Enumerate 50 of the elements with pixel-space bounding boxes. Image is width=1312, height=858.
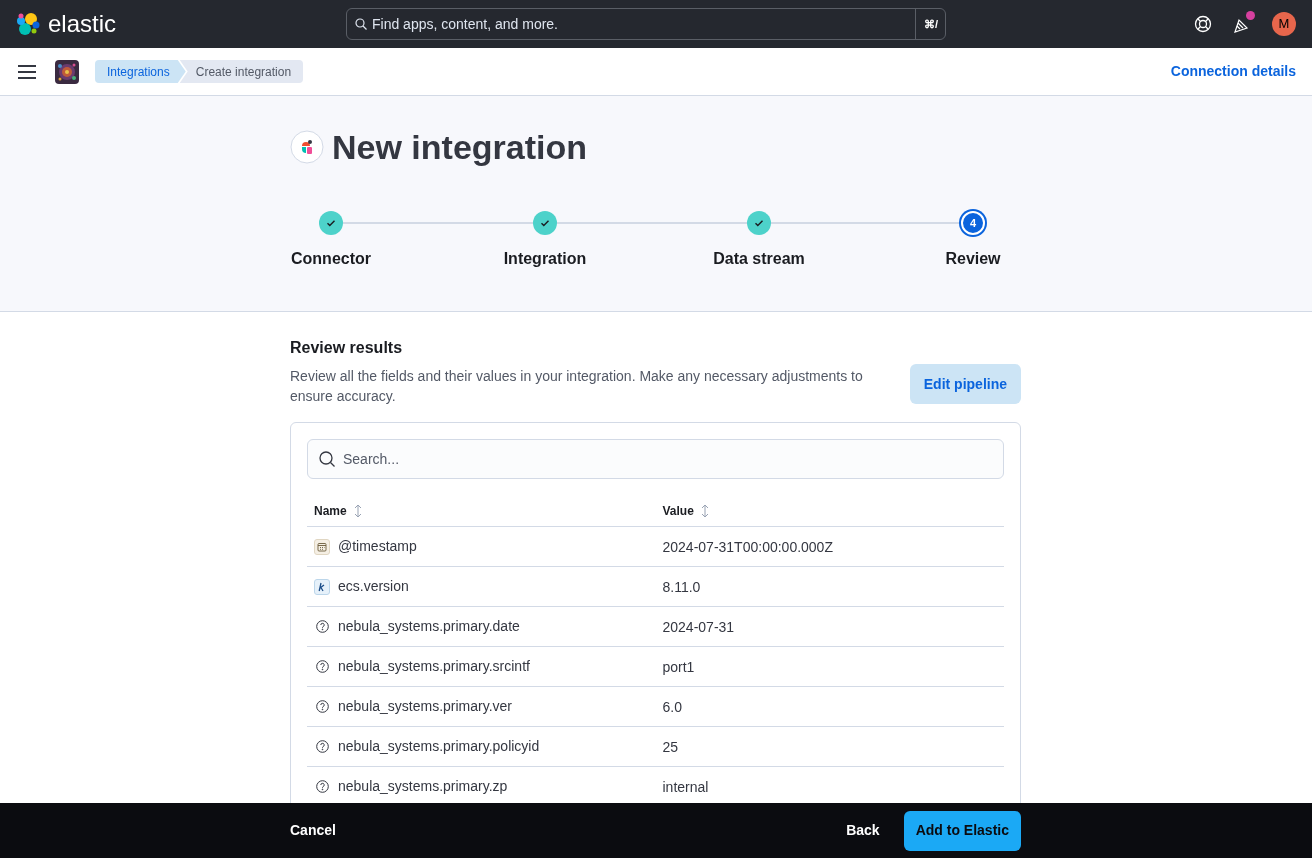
step-number: 4	[961, 211, 985, 235]
add-to-elastic-button[interactable]: Add to Elastic	[903, 810, 1021, 851]
question-icon	[314, 618, 330, 635]
field-value: 6.0	[662, 698, 682, 715]
user-avatar[interactable]: M	[1272, 12, 1296, 36]
field-value: port1	[662, 658, 695, 675]
question-icon	[314, 698, 330, 715]
help-icon[interactable]	[1194, 15, 1212, 33]
section-description: Review all the fields and their values in your integration. Make any necessary adjustments to ensure accuracy.	[290, 367, 864, 406]
field-name: nebula_systems.primary.date	[338, 617, 520, 636]
field-name: nebula_systems.primary.policyid	[338, 737, 540, 756]
field-name: ecs.version	[338, 577, 409, 596]
field-value: 8.11.0	[662, 578, 701, 595]
sort-icon[interactable]	[352, 503, 363, 518]
search-icon	[355, 18, 367, 30]
breadcrumb[interactable]: Create integration	[179, 60, 304, 83]
connection-details-link[interactable]: Connection details	[1170, 61, 1296, 82]
field-name: @timestamp	[338, 537, 417, 556]
field-name: nebula_systems.primary.zp	[338, 777, 508, 796]
question-icon	[314, 658, 330, 675]
cancel-button[interactable]: Cancel	[290, 820, 336, 841]
step-label: Data stream	[713, 249, 805, 269]
shortcut-hint: ⌘/	[914, 8, 946, 40]
logo-text: elastic	[48, 12, 117, 36]
question-icon	[314, 738, 330, 755]
question-icon	[314, 778, 330, 795]
column-header[interactable]: Value	[662, 501, 694, 520]
page-title: New integration	[332, 130, 588, 164]
step-label: Connector	[291, 249, 371, 269]
field-name: nebula_systems.primary.srcintf	[338, 657, 530, 676]
field-value: 2024-07-31	[662, 618, 735, 635]
sort-icon[interactable]	[699, 503, 710, 518]
search-icon	[319, 451, 335, 467]
party-horn-icon[interactable]	[1232, 14, 1252, 34]
step-label: Integration	[503, 249, 587, 269]
edit-pipeline-button[interactable]: Edit pipeline	[909, 364, 1021, 404]
back-button[interactable]: Back	[834, 820, 892, 841]
keyword-type-icon	[314, 578, 330, 595]
field-value: 25	[662, 738, 679, 755]
field-value: 2024-07-31T00:00:00.000Z	[662, 538, 833, 555]
calendar-icon	[314, 538, 330, 555]
elastic-logo-icon	[16, 12, 40, 36]
field-value: internal	[662, 778, 709, 795]
breadcrumb[interactable]: Integrations	[95, 60, 186, 83]
field-name: nebula_systems.primary.ver	[338, 697, 513, 716]
menu-icon[interactable]	[18, 64, 36, 79]
integration-logo-icon	[290, 130, 324, 164]
step-label: Review	[945, 249, 1001, 269]
column-header[interactable]: Name	[314, 501, 347, 520]
section-title: Review results	[290, 338, 404, 358]
